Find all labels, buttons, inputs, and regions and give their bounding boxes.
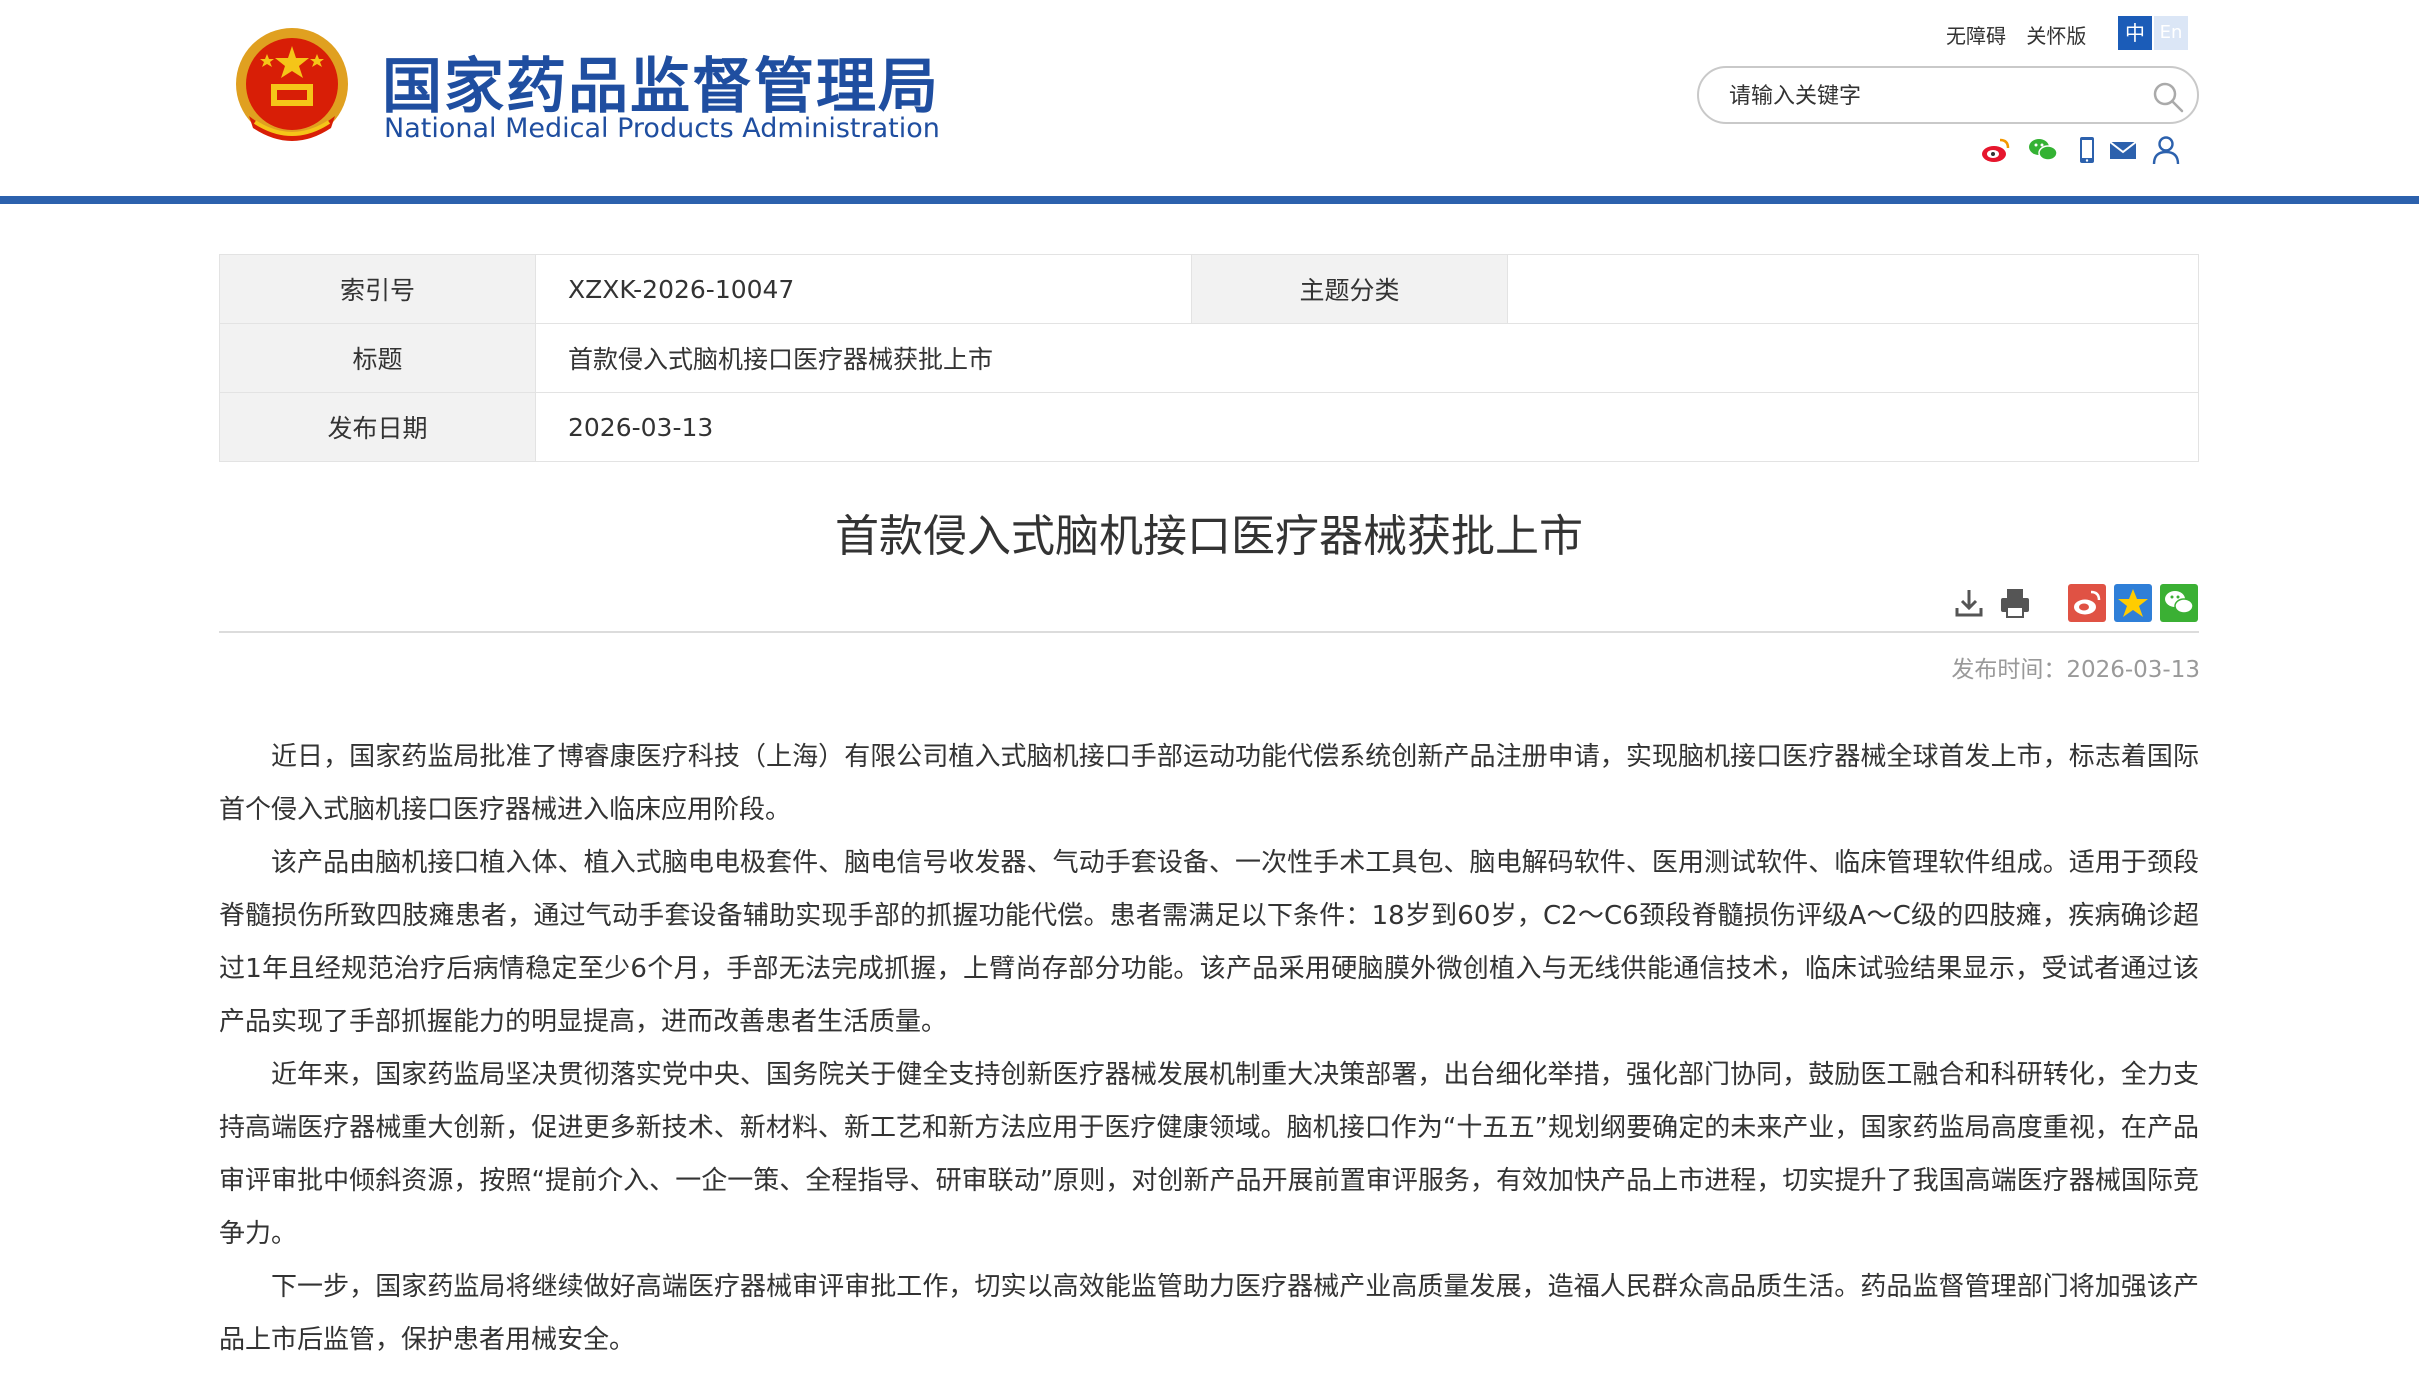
site-title-en[interactable]: National Medical Products Administration <box>384 113 940 144</box>
lang-zh-button[interactable]: 中 <box>2118 16 2152 50</box>
search-box <box>1697 66 2199 124</box>
search-input[interactable] <box>1729 80 2129 112</box>
index-value: XZXK-2026-10047 <box>535 254 1192 324</box>
info-row-date: 发布日期 2026-03-13 <box>219 392 2199 462</box>
paragraph: 该产品由脑机接口植入体、植入式脑电电极套件、脑电信号收发器、气动手套设备、一次性… <box>219 848 2199 1037</box>
favorite-star-icon[interactable] <box>2114 584 2152 622</box>
date-label: 发布日期 <box>219 392 536 462</box>
article-body: 近日，国家药监局批准了博睿康医疗科技（上海）有限公司植入式脑机接口手部运动功能代… <box>219 731 2199 1367</box>
article-title: 首款侵入式脑机接口医疗器械获批上市 <box>835 511 1583 562</box>
print-icon[interactable] <box>1996 584 2034 622</box>
weibo-share-icon[interactable] <box>2068 584 2106 622</box>
publish-time: 发布时间：2026-03-13 <box>1951 650 2200 684</box>
title-value: 首款侵入式脑机接口医疗器械获批上市 <box>535 323 2199 393</box>
paragraph: 近年来，国家药监局坚决贯彻落实党中央、国务院关于健全支持创新医疗器械发展机制重大… <box>219 1060 2199 1249</box>
site-header: 国家药品监督管理局 National Medical Products Admi… <box>0 0 2419 204</box>
title-label: 标题 <box>219 323 536 393</box>
index-label: 索引号 <box>219 254 536 324</box>
national-emblem-icon[interactable] <box>233 24 351 150</box>
care-mode-link[interactable]: 关怀版 <box>2026 24 2086 48</box>
mobile-icon[interactable] <box>2071 134 2103 166</box>
search-icon[interactable] <box>2151 80 2185 114</box>
info-row-title: 标题 首款侵入式脑机接口医疗器械获批上市 <box>219 323 2199 393</box>
wechat-share-icon[interactable] <box>2160 584 2198 622</box>
social-icons <box>1980 134 2200 168</box>
paragraph: 下一步，国家药监局将继续做好高端医疗器械审评审批工作，切实以高效能监管助力医疗器… <box>219 1272 2199 1355</box>
title-divider <box>219 631 2199 633</box>
date-value: 2026-03-13 <box>535 392 2199 462</box>
site-title-cn[interactable]: 国家药品监督管理局 <box>382 38 940 125</box>
download-icon[interactable] <box>1950 584 1988 622</box>
user-icon[interactable] <box>2150 134 2182 166</box>
publish-time-label: 发布时间： <box>1951 657 2067 683</box>
topic-value <box>1507 254 2199 324</box>
wechat-icon[interactable] <box>2027 134 2059 166</box>
header-divider-bar <box>0 196 2419 204</box>
publish-time-value: 2026-03-13 <box>2066 657 2200 683</box>
paragraph: 近日，国家药监局批准了博睿康医疗科技（上海）有限公司植入式脑机接口手部运动功能代… <box>219 742 2199 825</box>
info-table: 索引号 XZXK-2026-10047 主题分类 标题 首款侵入式脑机接口医疗器… <box>219 254 2199 462</box>
lang-en-button[interactable]: En <box>2154 16 2188 50</box>
mail-icon[interactable] <box>2107 134 2139 166</box>
topic-label: 主题分类 <box>1191 254 1508 324</box>
info-row-index: 索引号 XZXK-2026-10047 主题分类 <box>219 254 2199 324</box>
article-tools <box>1950 584 2200 624</box>
accessibility-link[interactable]: 无障碍 <box>1946 24 2006 48</box>
top-links: 无障碍 关怀版 <box>1946 20 2100 49</box>
weibo-icon[interactable] <box>1980 134 2012 166</box>
